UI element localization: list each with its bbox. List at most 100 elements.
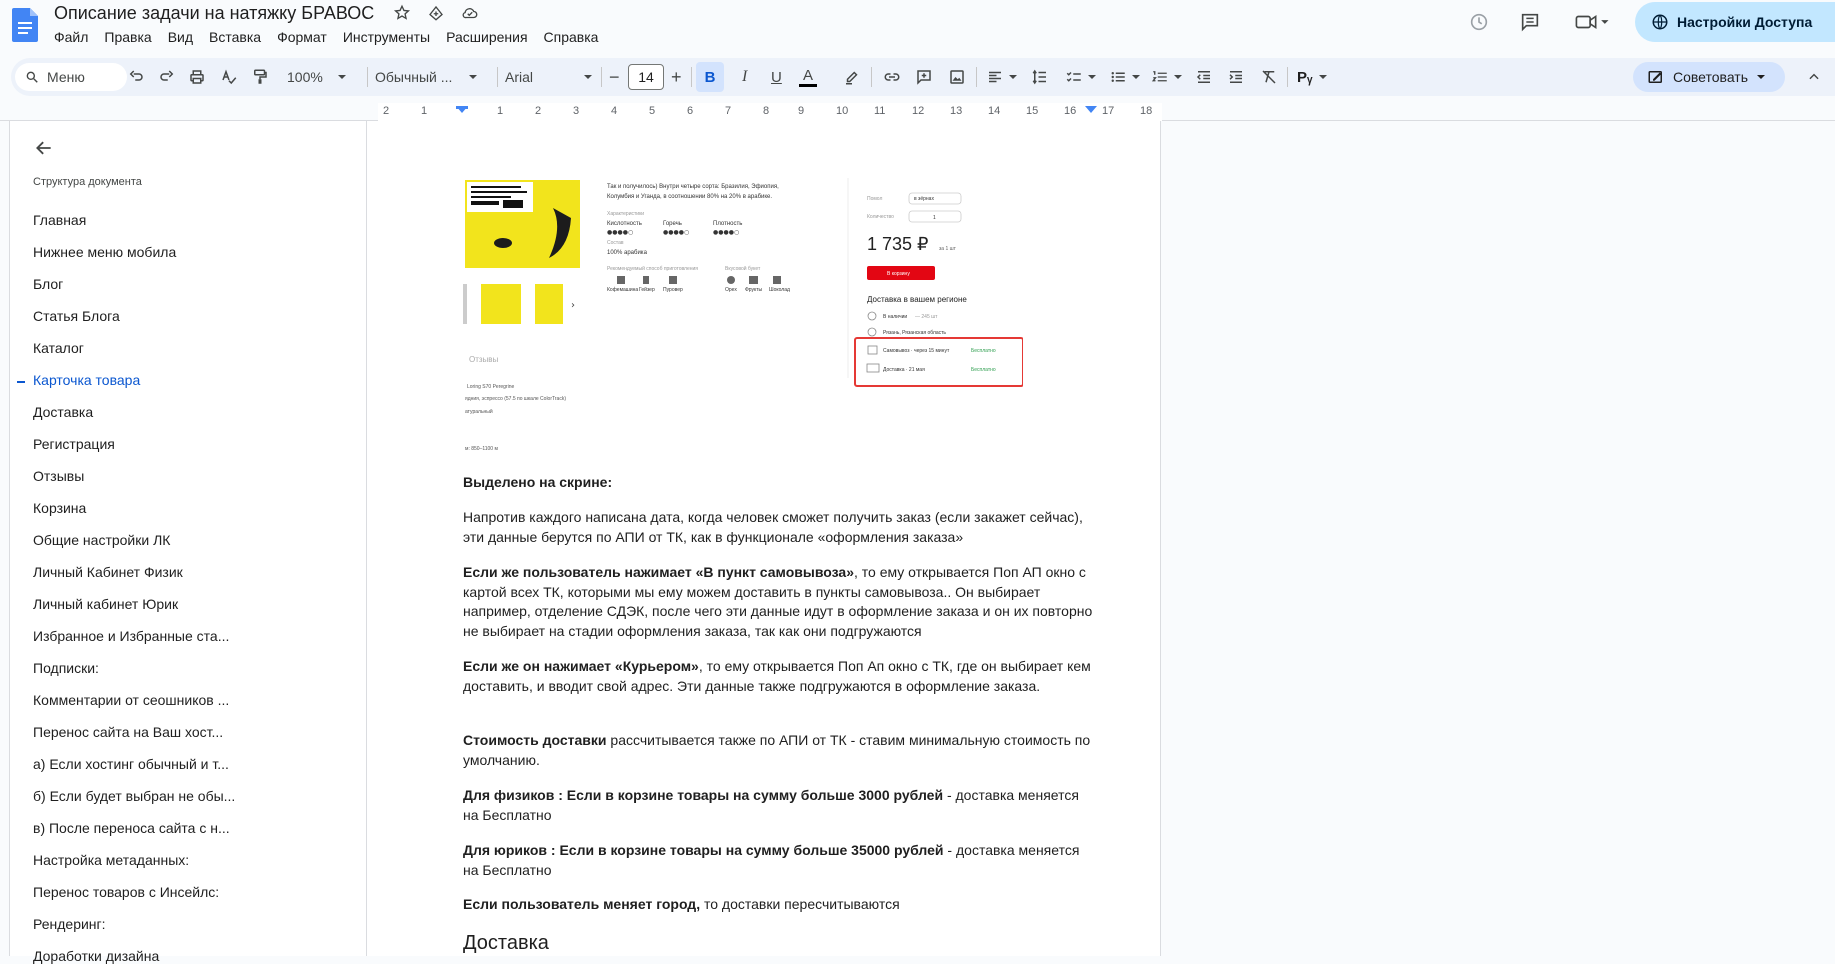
embedded-product-screenshot[interactable]: › Так и получилось) Внутри четыре сорта:… (463, 178, 1023, 453)
menu-insert[interactable]: Вставка (209, 29, 269, 45)
decrease-font-size-button[interactable]: − (609, 58, 620, 96)
outline-item[interactable]: Комментарии от сеошников ... (33, 692, 243, 708)
courier-icon (866, 363, 880, 373)
outline-item[interactable]: Личный кабинет Юрик (33, 596, 243, 612)
next-thumbnail-icon[interactable]: › (571, 300, 575, 311)
document-title[interactable]: Описание задачи на натяжку БРАВОС (54, 3, 374, 24)
outline-item[interactable]: Настройка метаданных: (33, 852, 243, 868)
collapse-toolbar-icon[interactable] (1807, 58, 1821, 96)
paragraph-companies[interactable]: Для юриков : Если в корзине товары на су… (463, 841, 1093, 880)
spellcheck-icon[interactable] (220, 58, 238, 96)
outline-item[interactable]: Статья Блога (33, 308, 243, 324)
outline-item[interactable]: в) После переноса сайта с н... (33, 820, 243, 836)
menu-tools[interactable]: Инструменты (343, 29, 438, 45)
toolbar-divider (1287, 67, 1288, 87)
paint-format-icon[interactable] (251, 58, 269, 96)
chevron-down-icon (1088, 75, 1096, 79)
outline-item[interactable]: Рендеринг: (33, 916, 243, 932)
zoom-select[interactable]: 100% (287, 58, 347, 96)
move-to-drive-icon[interactable] (426, 3, 446, 23)
paragraph-pickup[interactable]: Если же пользователь нажимает «В пункт с… (463, 563, 1093, 641)
outline-item[interactable]: Общие настройки ЛК (33, 532, 243, 548)
menu-format[interactable]: Формат (277, 29, 335, 45)
horizontal-ruler[interactable]: 2 1 1 2 3 4 5 6 7 8 9 10 11 12 13 14 15 … (378, 103, 1162, 121)
outline-item[interactable]: Подписки: (33, 660, 243, 676)
increase-font-size-button[interactable]: + (671, 58, 682, 96)
outline-item[interactable]: а) Если хостинг обычный и т... (33, 756, 243, 772)
left-indent-marker-icon[interactable] (456, 106, 468, 116)
paragraph-individuals[interactable]: Для физиков : Если в корзине товары на с… (463, 786, 1093, 825)
menu-extensions[interactable]: Расширения (446, 29, 535, 45)
stock-icon (867, 311, 877, 321)
paragraph-courier[interactable]: Если же он нажимает «Курьером», то ему о… (463, 657, 1093, 696)
share-button[interactable]: Настройки Доступа (1635, 2, 1835, 42)
section-heading[interactable]: Доставка (463, 932, 549, 955)
outline-item[interactable]: Блог (33, 276, 243, 292)
outline-item[interactable]: Нижнее меню мобила (33, 244, 243, 260)
underline-button[interactable]: U (771, 58, 782, 96)
paragraph-city[interactable]: Если пользователь меняет город, то доста… (463, 895, 1093, 915)
increase-indent-icon[interactable] (1227, 58, 1245, 96)
outline-item[interactable]: Избранное и Избранные ста... (33, 628, 243, 644)
outline-item[interactable]: Доработки дизайна (33, 948, 243, 964)
redo-icon[interactable] (158, 58, 176, 96)
style-select[interactable]: Обычный ... (375, 58, 478, 96)
docs-logo-icon[interactable] (12, 6, 40, 44)
meet-icon[interactable] (1572, 10, 1612, 34)
back-arrow-icon[interactable] (34, 138, 54, 158)
pickup-option[interactable]: Самовывоз · через 15 минут (883, 348, 950, 354)
bulleted-list-select[interactable] (1109, 58, 1141, 96)
link-icon[interactable] (883, 58, 901, 96)
numbered-list-select[interactable] (1151, 58, 1183, 96)
outline-item[interactable]: Главная (33, 212, 243, 228)
decrease-indent-icon[interactable] (1195, 58, 1213, 96)
menu-file[interactable]: Файл (54, 29, 96, 45)
editing-mode-button[interactable]: Советовать (1633, 62, 1785, 92)
font-select[interactable]: Arial (505, 58, 593, 96)
courier-option[interactable]: Доставка · 21 мая (883, 367, 925, 373)
outline-item[interactable]: Доставка (33, 404, 243, 420)
menu-help[interactable]: Справка (544, 29, 607, 45)
font-size-input[interactable]: 14 (628, 64, 664, 90)
paragraph-cost[interactable]: Стоимость доставки рассчитывается также … (463, 731, 1093, 770)
history-icon[interactable] (1467, 10, 1491, 34)
outline-item[interactable]: Отзывы (33, 468, 243, 484)
right-indent-marker-icon[interactable] (1085, 106, 1097, 116)
add-comment-icon[interactable] (915, 58, 933, 96)
outline-item[interactable]: Корзина (33, 500, 243, 516)
insert-image-icon[interactable] (948, 58, 966, 96)
rating-dots: ●●●●○ (607, 229, 633, 236)
highlight-icon[interactable] (843, 58, 861, 96)
comments-icon[interactable] (1518, 10, 1542, 34)
checklist-select[interactable] (1065, 58, 1097, 96)
outline-item[interactable]: Перенос сайта на Ваш хост... (33, 724, 243, 740)
clear-formatting-icon[interactable] (1260, 58, 1278, 96)
ruler-label: 11 (874, 105, 886, 117)
paragraph-dates[interactable]: Напротив каждого написана дата, когда че… (463, 508, 1093, 547)
highlighted-label[interactable]: Выделено на скрине: (463, 473, 1093, 493)
thumbnail[interactable] (481, 284, 521, 324)
print-icon[interactable] (188, 58, 206, 96)
align-select[interactable] (986, 58, 1018, 96)
ruler-label: 13 (950, 105, 963, 117)
outline-item[interactable]: Карточка товара (33, 372, 243, 388)
star-icon[interactable] (392, 3, 412, 23)
paragraph-city-bold: Если пользователь меняет город, (463, 896, 701, 912)
outline-item[interactable]: Регистрация (33, 436, 243, 452)
bold-button[interactable]: B (696, 62, 724, 92)
italic-button[interactable]: I (742, 58, 747, 96)
outline-item[interactable]: б) Если будет выбран не обы... (33, 788, 243, 804)
cloud-saved-icon[interactable] (460, 3, 480, 23)
input-tools-select[interactable]: Pᵧ (1297, 58, 1328, 96)
thumbnail[interactable] (535, 284, 563, 324)
line-spacing-icon[interactable] (1031, 58, 1049, 96)
outline-item[interactable]: Личный Кабинет Физик (33, 564, 243, 580)
menu-search-box[interactable]: Меню (15, 63, 127, 91)
text-color-button[interactable]: A (799, 58, 817, 96)
outline-item[interactable]: Каталог (33, 340, 243, 356)
menu-edit[interactable]: Правка (104, 29, 159, 45)
outline-item[interactable]: Перенос товаров с Инсейлс: (33, 884, 243, 900)
thumbnail-bar (463, 284, 467, 324)
undo-icon[interactable] (127, 58, 145, 96)
menu-view[interactable]: Вид (168, 29, 201, 45)
